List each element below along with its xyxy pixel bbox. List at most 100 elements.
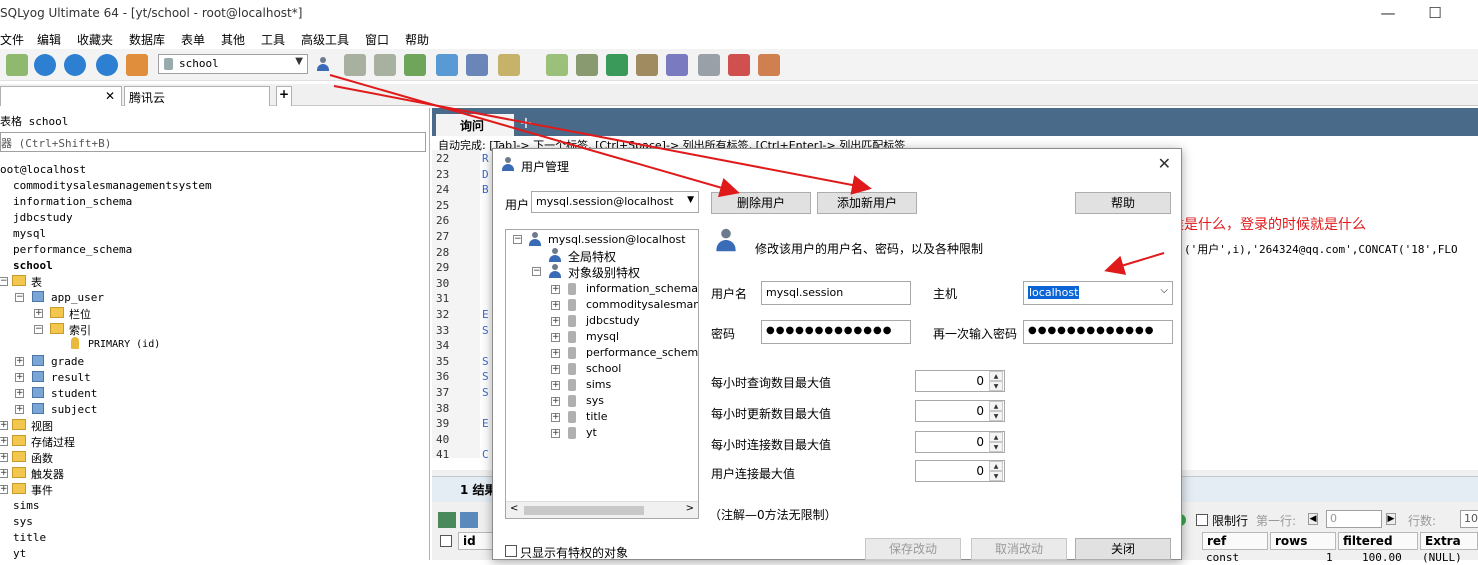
next-icon[interactable]: ▶ [1386,513,1396,525]
import-icon[interactable] [404,54,426,76]
tree-privilege-db[interactable]: sims [586,378,611,391]
tree-db-commoditysalesmanagementsystem[interactable]: commoditysalesmanagementsystem [13,179,212,192]
tree-db-mysql[interactable]: mysql [13,227,46,240]
menu-help[interactable]: 帮助 [405,31,429,48]
add-tab-button[interactable]: + [276,86,292,106]
schema-icon[interactable] [436,54,458,76]
tree-triggers-folder[interactable]: 触发器 [31,466,64,482]
cell-ref[interactable]: const [1206,551,1239,565]
user-manager-icon[interactable] [314,54,332,76]
tree-functions-folder[interactable]: 函数 [31,450,53,466]
query-builder-icon[interactable] [546,54,568,76]
add-user-button[interactable]: 添加新用户 [817,192,917,214]
menu-other[interactable]: 其他 [221,31,245,48]
tree-user-root[interactable]: mysql.session@localhost [548,233,686,246]
export-icon[interactable] [460,512,478,528]
sync-icon[interactable] [498,54,520,76]
tree-table-grade[interactable]: grade [51,355,84,368]
help-button[interactable]: 帮助 [1075,192,1171,214]
maximize-button[interactable]: ☐ [1415,2,1455,24]
execute-all-icon[interactable] [64,54,86,76]
tree-privilege-db[interactable]: jdbcstudy [586,314,640,327]
decrement-icon[interactable]: ▼ [989,411,1003,421]
code-fragment[interactable]: C [482,448,489,461]
schema-designer-icon[interactable] [576,54,598,76]
tree-horizontal-scrollbar[interactable]: < > [506,501,698,518]
execute-query-icon[interactable] [34,54,56,76]
menu-tools[interactable]: 工具 [261,31,285,48]
restore-icon[interactable] [374,54,396,76]
expand-icon[interactable]: + [551,349,560,358]
grid-icon[interactable] [438,512,456,528]
expand-icon[interactable]: + [551,285,560,294]
tab-current-connection[interactable]: ✕ [0,86,122,106]
tree-privilege-db[interactable]: mysql [586,330,619,343]
discard-changes-button[interactable]: 取消改动 [971,538,1067,560]
notification-icon[interactable] [698,54,720,76]
code-fragment[interactable]: B [482,183,489,196]
tab-tencent-cloud[interactable]: 腾讯云 [124,86,270,106]
code-fragment[interactable]: S [482,324,489,337]
expand-icon[interactable]: + [34,309,43,318]
profiler-icon[interactable] [758,54,780,76]
table-data-icon[interactable] [466,54,488,76]
tree-privilege-db[interactable]: information_schema [586,282,698,295]
tree-db-performance-schema[interactable]: performance_schema [13,243,132,256]
limit-rows-checkbox[interactable] [1196,514,1208,526]
cell-rows[interactable]: 1 [1326,551,1333,565]
dialog-close-icon[interactable]: ✕ [1158,154,1171,173]
scheduler-icon[interactable] [666,54,688,76]
menu-advanced-tools[interactable]: 高级工具 [301,31,349,48]
username-input[interactable]: mysql.session [761,281,911,305]
column-header-extra[interactable]: Extra [1420,532,1478,550]
collapse-icon[interactable]: − [34,325,43,334]
show-privileged-checkbox[interactable] [505,545,517,557]
scroll-left-icon[interactable]: < [510,503,518,514]
expand-icon[interactable]: + [0,453,8,462]
close-icon[interactable]: ✕ [105,89,115,103]
menu-database[interactable]: 数据库 [129,31,165,48]
tree-privilege-db[interactable]: title [586,410,608,423]
expand-icon[interactable]: + [551,301,560,310]
database-select[interactable]: school ▼ [158,54,308,74]
password-input[interactable]: ●●●●●●●●●●●●● [761,320,911,344]
collapse-icon[interactable]: − [513,235,522,244]
max-updates-stepper[interactable]: 0 ▲ ▼ [915,400,1005,422]
code-fragment[interactable]: S [482,370,489,383]
tree-views-folder[interactable]: 视图 [31,418,53,434]
tree-table-subject[interactable]: subject [51,403,97,416]
expand-icon[interactable]: + [551,333,560,342]
decrement-icon[interactable]: ▼ [989,471,1003,481]
increment-icon[interactable]: ▲ [989,371,1003,381]
close-button[interactable]: 关闭 [1075,538,1171,560]
filter-input[interactable]: 器 (Ctrl+Shift+B) [0,132,426,152]
expand-icon[interactable]: + [0,421,8,430]
menu-favorites[interactable]: 收藏夹 [77,31,113,48]
collapse-icon[interactable]: − [0,277,8,286]
cell-extra[interactable]: (NULL) [1422,551,1462,565]
tree-db-sims[interactable]: sims [13,499,40,512]
code-fragment[interactable]: S [482,386,489,399]
tree-table-student[interactable]: student [51,387,97,400]
max-user-connections-stepper[interactable]: 0 ▲ ▼ [915,460,1005,482]
tree-db-information-schema[interactable]: information_schema [13,195,132,208]
tree-procedures-folder[interactable]: 存储过程 [31,434,75,450]
confirm-password-input[interactable]: ●●●●●●●●●●●●● [1023,320,1173,344]
column-header-rows[interactable]: rows [1270,532,1336,550]
expand-icon[interactable]: + [0,469,8,478]
tree-global-privileges[interactable]: 全局特权 [568,248,616,265]
tree-object-privileges[interactable]: 对象级别特权 [568,264,640,281]
menu-file[interactable]: 文件 [0,31,24,48]
tree-table-app-user[interactable]: app_user [51,291,104,304]
tree-privilege-db[interactable]: yt [586,426,597,439]
user-select[interactable]: mysql.session@localhost ▼ [531,191,699,213]
decrement-icon[interactable]: ▼ [989,381,1003,391]
delete-user-button[interactable]: 删除用户 [711,192,811,214]
tree-root-connection[interactable]: oot@localhost [0,163,86,176]
tree-primary-key[interactable]: PRIMARY (id) [88,339,160,350]
tree-privilege-db[interactable]: performance_schema [586,346,698,359]
code-fragment[interactable]: E [482,308,489,321]
code-fragment[interactable]: D [482,168,489,181]
first-row-input[interactable]: 0 [1326,510,1382,528]
scroll-right-icon[interactable]: > [686,503,694,514]
